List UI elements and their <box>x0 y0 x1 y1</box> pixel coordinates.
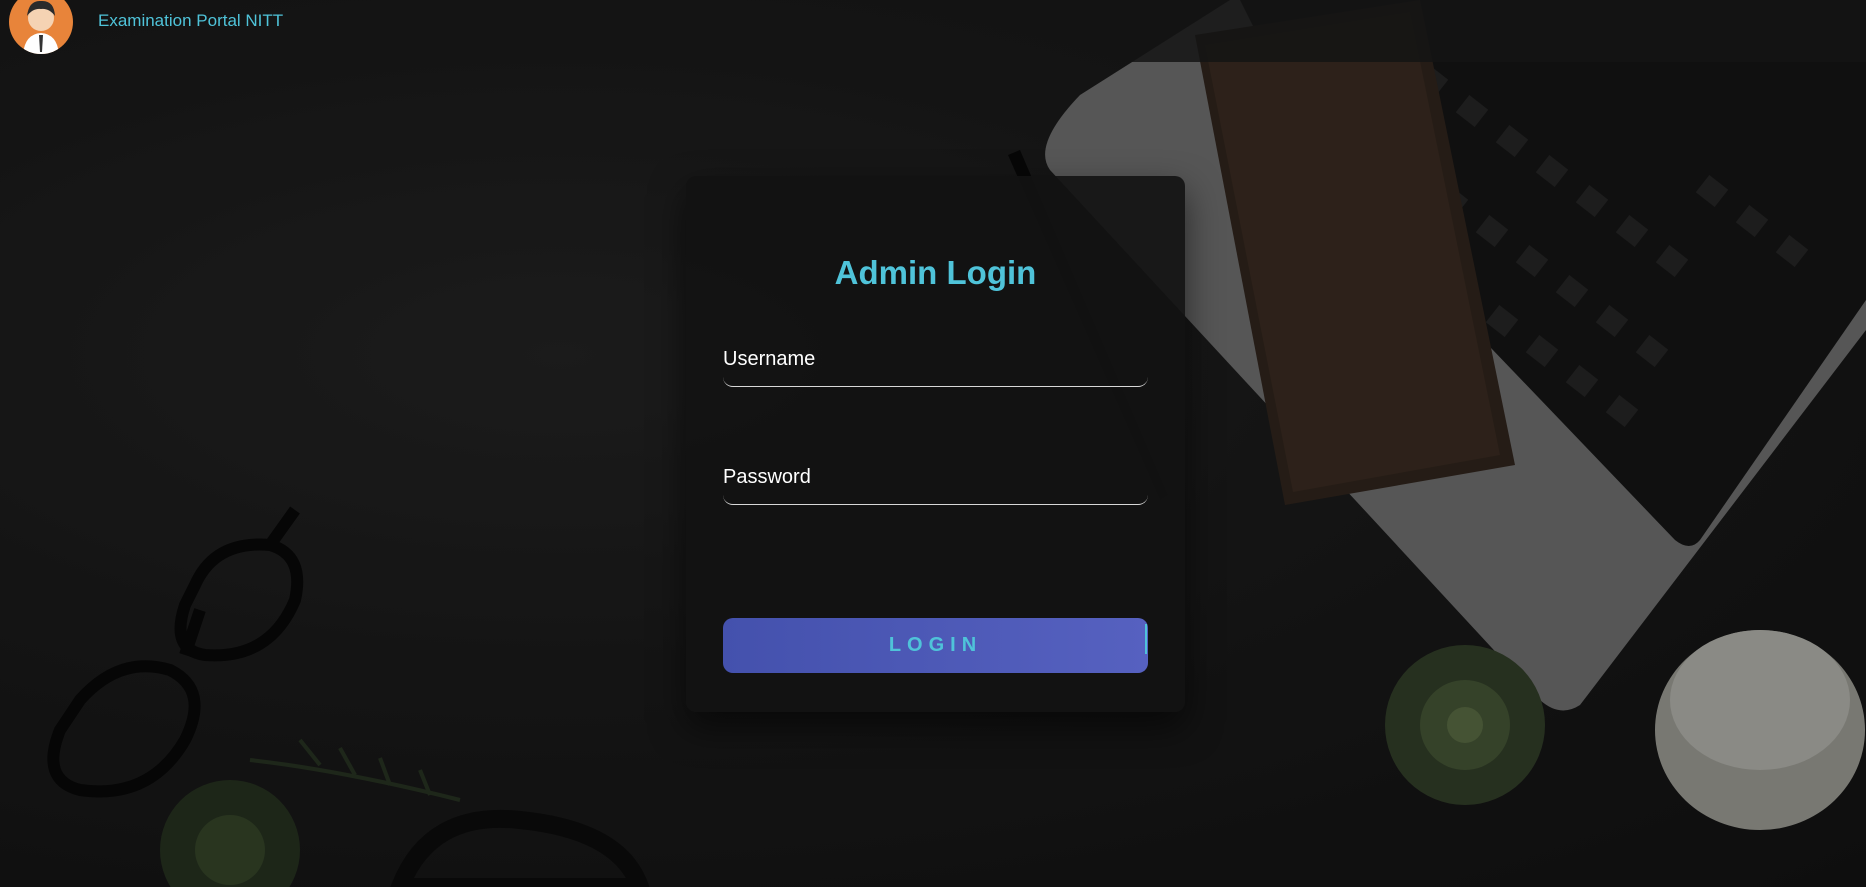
brand-title[interactable]: Examination Portal NITT <box>98 11 283 31</box>
login-button-label: LOGIN <box>888 634 983 656</box>
password-input[interactable] <box>723 458 1148 504</box>
login-title: Admin Login <box>834 254 1037 291</box>
avatar[interactable] <box>9 0 73 54</box>
username-input[interactable] <box>723 340 1148 386</box>
button-edge-accent <box>1145 624 1147 654</box>
login-button[interactable]: LOGIN <box>723 618 1148 673</box>
top-navbar: Examination Portal NITT <box>0 0 1866 62</box>
login-card: Admin Login Username Password LOGIN <box>686 176 1185 712</box>
password-field[interactable]: Password <box>723 458 1148 505</box>
username-field[interactable]: Username <box>723 340 1148 387</box>
